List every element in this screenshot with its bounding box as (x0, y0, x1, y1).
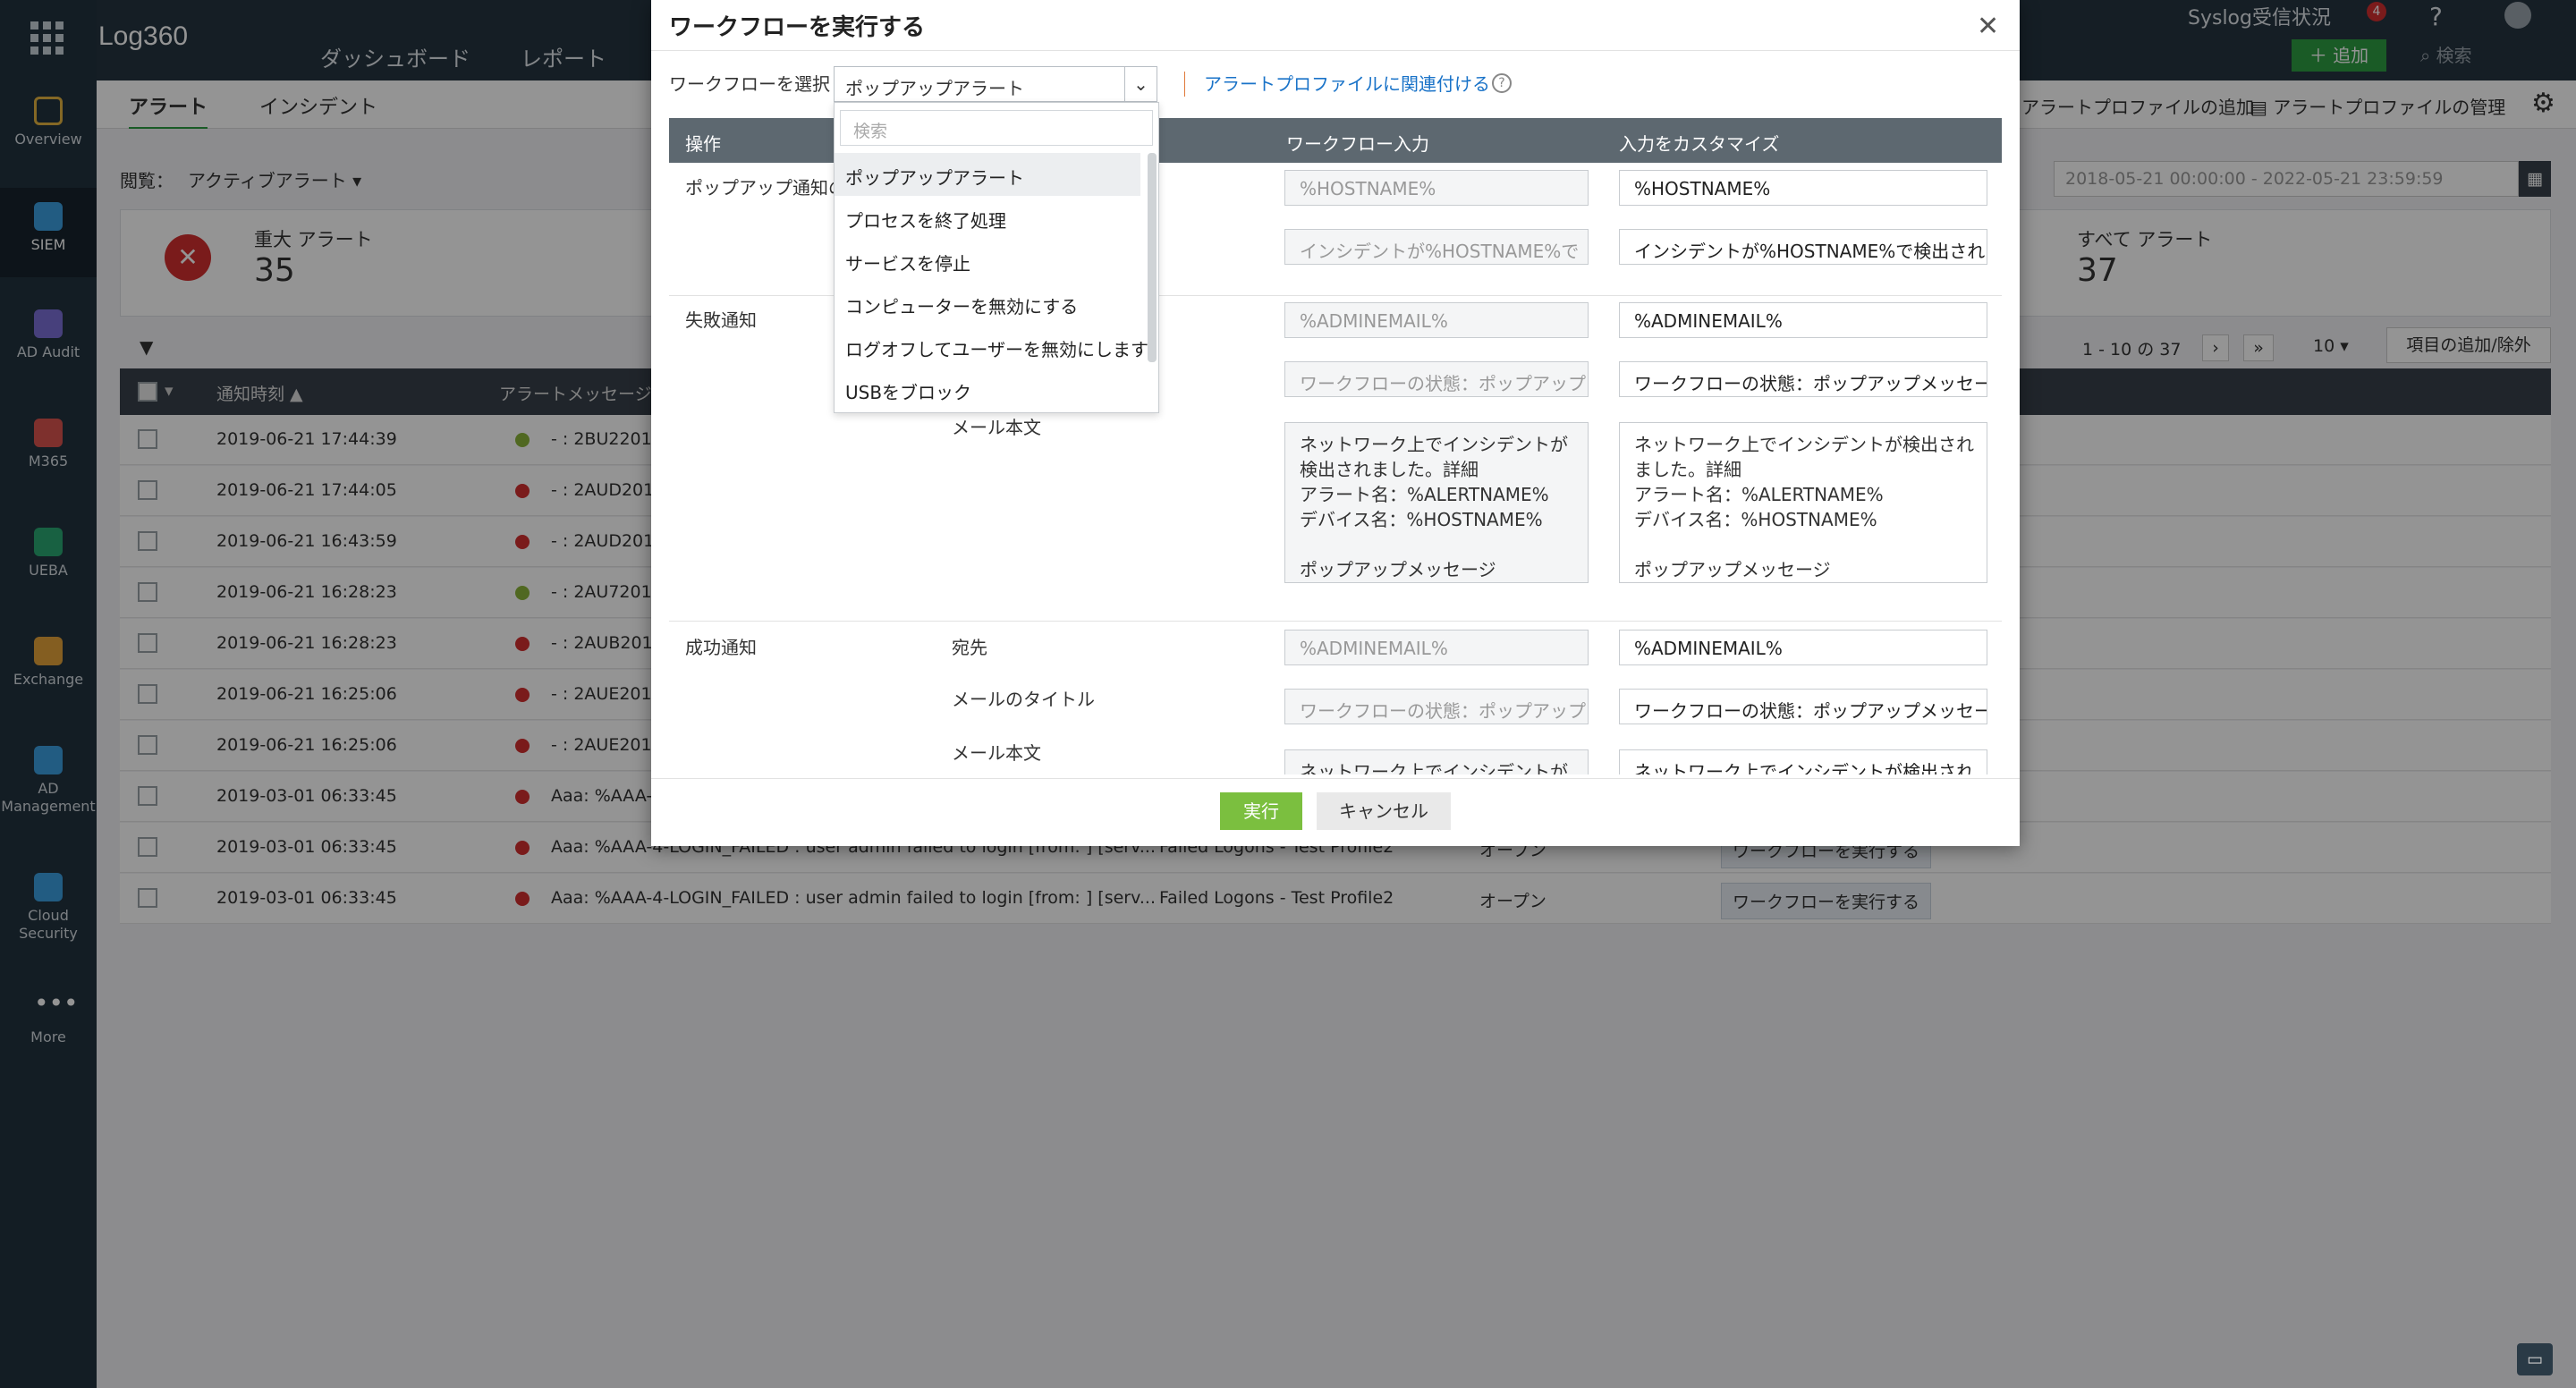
custom-input-message[interactable]: インシデントが%HOSTNAME%で検出され (1619, 229, 1987, 265)
workflow-input-message: インシデントが%HOSTNAME%で (1284, 229, 1589, 265)
workflow-input-success-title: ワークフローの状態：ポップアップ (1284, 689, 1589, 724)
success-to-label: 宛先 (952, 637, 987, 658)
section-popup-notify: ポップアップ通知の (685, 177, 843, 199)
custom-input-failure-body[interactable]: ネットワーク上でインシデントが検出され ました。詳細 アラート名：%ALERTN… (1619, 422, 1987, 583)
custom-input-success-to[interactable]: %ADMINEMAIL% (1619, 630, 1987, 665)
workflow-input-success-to: %ADMINEMAIL% (1284, 630, 1589, 665)
dropdown-option[interactable]: プロセスを終了処理 (835, 196, 1140, 239)
cancel-button[interactable]: キャンセル (1317, 792, 1451, 830)
success-body-label: メール本文 (952, 742, 1041, 764)
section-success-notify: 成功通知 (685, 637, 757, 658)
chat-icon[interactable]: ▭ (2517, 1343, 2553, 1375)
associate-profile-link[interactable]: アラートプロファイルに関連付ける (1204, 70, 1490, 96)
workflow-input-hostname: %HOSTNAME% (1284, 170, 1589, 206)
workflow-select-label: ワークフローを選択 (669, 73, 830, 95)
custom-input-success-title[interactable]: ワークフローの状態：ポップアップメッセー (1619, 689, 1987, 724)
workflow-input-failure-to: %ADMINEMAIL% (1284, 302, 1589, 338)
success-title-label: メールのタイトル (952, 689, 1095, 710)
dropdown-option[interactable]: ポップアップアラート (835, 153, 1140, 196)
workflow-input-success-body: ネットワーク上でインシデントが (1284, 749, 1589, 774)
dialog-title: ワークフローを実行する (669, 14, 926, 41)
divider (1184, 72, 1185, 97)
dropdown-list: ポップアップアラート プロセスを終了処理 サービスを停止 コンピューターを無効に… (835, 153, 1148, 412)
dropdown-option[interactable]: ログオフしてユーザーを無効にします (835, 325, 1148, 368)
custom-input-success-body[interactable]: ネットワーク上でインシデントが検出され (1619, 749, 1987, 774)
divider (669, 621, 2002, 622)
workflow-select[interactable]: ポップアップアラート ⌄ (834, 66, 1157, 102)
divider (651, 778, 2020, 779)
workflow-input-failure-title: ワークフローの状態：ポップアップ (1284, 361, 1589, 397)
run-button[interactable]: 実行 (1220, 792, 1302, 830)
run-workflow-dialog: ワークフローを実行する ✕ ワークフローを選択 ポップアップアラート ⌄ アラー… (651, 0, 2020, 846)
dropdown-scrollbar[interactable] (1148, 153, 1157, 362)
dropdown-option[interactable]: コンピューターを無効にする (835, 282, 1140, 325)
chevron-down-icon[interactable]: ⌄ (1124, 67, 1157, 101)
dropdown-search-input[interactable]: 検索 (840, 110, 1153, 146)
workflow-input-failure-body: ネットワーク上でインシデントが 検出されました。詳細 アラート名：%ALERTN… (1284, 422, 1589, 583)
custom-input-failure-to[interactable]: %ADMINEMAIL% (1619, 302, 1987, 338)
close-icon[interactable]: ✕ (1977, 11, 1999, 42)
custom-input-failure-title[interactable]: ワークフローの状態：ポップアップメッセー (1619, 361, 1987, 397)
divider (651, 50, 2020, 51)
workflow-dropdown: 検索 ポップアップアラート プロセスを終了処理 サービスを停止 コンピューターを… (834, 102, 1159, 413)
dropdown-option[interactable]: サービスを停止 (835, 239, 1140, 282)
section-failure-notify: 失敗通知 (685, 309, 757, 331)
dropdown-option[interactable]: USBをブロック (835, 368, 1140, 410)
failure-body-label: メール本文 (952, 417, 1041, 438)
custom-input-hostname[interactable]: %HOSTNAME% (1619, 170, 1987, 206)
help-icon[interactable]: ? (1492, 73, 1512, 93)
